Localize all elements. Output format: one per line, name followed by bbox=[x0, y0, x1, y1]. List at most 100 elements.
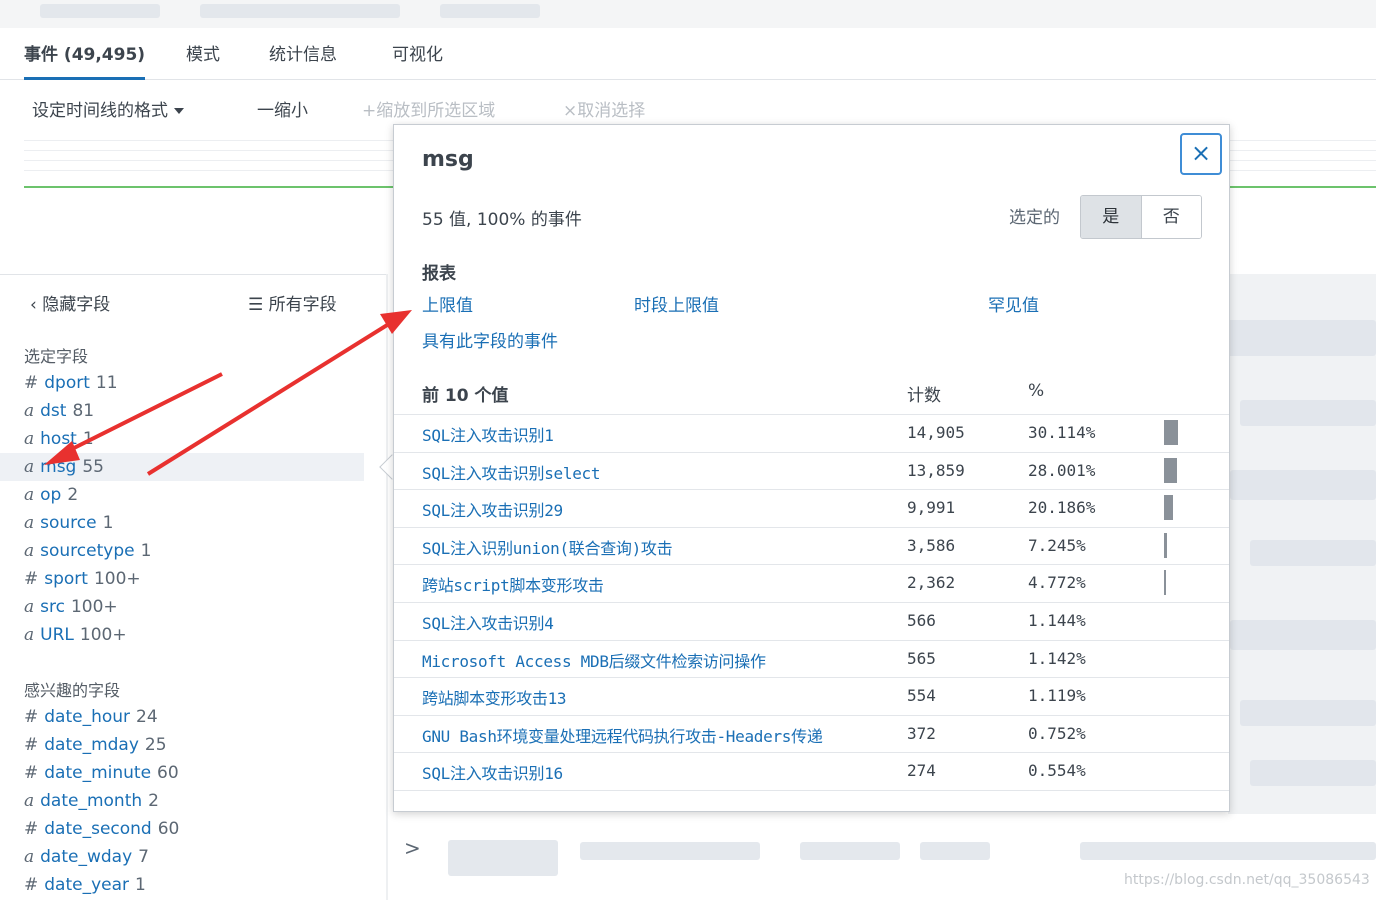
value-percent: 28.001% bbox=[1028, 460, 1096, 480]
string-type-icon: a bbox=[24, 597, 35, 617]
field-item-op[interactable]: a op 2 bbox=[24, 481, 78, 509]
tab-events[interactable]: 事件 (49,495) bbox=[24, 40, 146, 80]
report-top-values-link[interactable]: 上限值 bbox=[422, 291, 473, 316]
string-type-icon: a bbox=[24, 513, 35, 533]
field-item-date_mday[interactable]: # date_mday 25 bbox=[24, 731, 167, 759]
report-top-values-by-time-link[interactable]: 时段上限值 bbox=[634, 291, 719, 316]
deselect-button[interactable]: ×取消选择 bbox=[563, 96, 645, 121]
field-item-date_hour[interactable]: # date_hour 24 bbox=[24, 703, 158, 731]
popover-summary: 55 值, 100% 的事件 bbox=[422, 210, 582, 230]
results-tabs: 事件 (49,495) 模式 统计信息 可视化 bbox=[0, 28, 1376, 80]
value-link[interactable]: GNU Bash环境变量处理远程代码执行攻击-Headers传递 bbox=[422, 723, 823, 747]
zoom-out-button[interactable]: 一缩小 bbox=[257, 96, 308, 121]
tab-patterns[interactable]: 模式 bbox=[186, 40, 220, 80]
tab-visualization[interactable]: 可视化 bbox=[392, 40, 443, 80]
string-type-icon: a bbox=[24, 401, 35, 421]
field-name: sourcetype bbox=[40, 541, 135, 561]
blurred-header-strip bbox=[0, 0, 1376, 28]
toggle-yes-button[interactable]: 是 bbox=[1081, 196, 1142, 238]
field-name: sport bbox=[44, 569, 88, 589]
field-name: msg bbox=[40, 457, 77, 477]
field-summary-popover: msg × 55 值, 100% 的事件 选定的 是 否 报表 上限值 时段上限… bbox=[393, 124, 1230, 812]
field-value-count: 2 bbox=[148, 791, 159, 811]
value-count: 13,859 bbox=[907, 460, 965, 480]
percent-bar bbox=[1164, 457, 1177, 483]
value-link[interactable]: SQL注入攻击识别1 bbox=[422, 422, 554, 446]
string-type-icon: a bbox=[24, 847, 35, 867]
popover-title: msg bbox=[422, 147, 474, 172]
value-count: 566 bbox=[907, 611, 936, 630]
value-link[interactable]: 跨站脚本变形攻击13 bbox=[422, 685, 567, 709]
field-name: date_hour bbox=[44, 707, 131, 727]
value-link[interactable]: SQL注入攻击识别29 bbox=[422, 497, 563, 521]
value-link[interactable]: SQL注入攻击识别16 bbox=[422, 760, 563, 784]
value-link[interactable]: SQL注入攻击识别4 bbox=[422, 610, 554, 634]
value-percent: 1.144% bbox=[1028, 611, 1086, 630]
field-value-count: 7 bbox=[138, 847, 149, 867]
format-timeline-dropdown[interactable]: 设定时间线的格式 bbox=[32, 96, 184, 121]
blurred-region bbox=[1250, 540, 1376, 566]
field-item-date_minute[interactable]: # date_minute 60 bbox=[24, 759, 179, 787]
blurred-region bbox=[448, 840, 558, 876]
close-icon[interactable]: × bbox=[1180, 133, 1222, 175]
field-item-dport[interactable]: # dport 11 bbox=[24, 369, 118, 397]
value-count: 14,905 bbox=[907, 423, 965, 442]
chevron-left-icon: ‹ bbox=[30, 295, 37, 315]
interesting-fields-title: 感兴趣的字段 bbox=[24, 681, 121, 700]
field-item-date_second[interactable]: # date_second 60 bbox=[24, 815, 179, 843]
events-with-field-link[interactable]: 具有此字段的事件 bbox=[422, 327, 558, 352]
field-item-source[interactable]: a source 1 bbox=[24, 509, 113, 537]
selected-toggle: 是 否 bbox=[1080, 195, 1202, 239]
string-type-icon: a bbox=[24, 541, 35, 561]
percent-bar bbox=[1164, 495, 1173, 521]
field-name: source bbox=[40, 513, 97, 533]
blurred-region bbox=[1230, 470, 1376, 500]
field-value-count: 55 bbox=[82, 457, 104, 477]
field-item-src[interactable]: a src 100+ bbox=[24, 593, 118, 621]
zoom-to-selection-button[interactable]: +缩放到所选区域 bbox=[362, 96, 495, 121]
table-row: SQL注入攻击识别1 14,905 30.114% bbox=[394, 414, 1229, 451]
value-link[interactable]: Microsoft Access MDB后缀文件检索访问操作 bbox=[422, 648, 766, 672]
field-item-url[interactable]: a URL 100+ bbox=[24, 621, 127, 649]
annotation-arrow-line bbox=[146, 320, 394, 476]
watermark-text: https://blog.csdn.net/qq_35086543 bbox=[1124, 872, 1370, 888]
expand-event-chevron-icon[interactable]: > bbox=[404, 836, 421, 860]
field-value-count: 1 bbox=[82, 429, 94, 449]
field-item-date_month[interactable]: a date_month 2 bbox=[24, 787, 159, 815]
blurred-region bbox=[1220, 320, 1376, 356]
field-item-host[interactable]: a host 1 bbox=[24, 425, 94, 453]
value-link[interactable]: SQL注入识别union(联合查询)攻击 bbox=[422, 535, 673, 559]
value-percent: 30.114% bbox=[1028, 423, 1096, 442]
top-values-header: 前 10 个值 bbox=[422, 386, 509, 406]
selected-fields-title: 选定字段 bbox=[24, 347, 89, 366]
hide-fields-link[interactable]: ‹ 隐藏字段 bbox=[30, 290, 110, 315]
field-item-msg[interactable]: a msg 55 bbox=[0, 453, 364, 481]
field-name: date_year bbox=[44, 875, 130, 895]
toggle-no-button[interactable]: 否 bbox=[1141, 196, 1201, 238]
row-divider bbox=[394, 790, 1229, 791]
field-item-sourcetype[interactable]: a sourcetype 1 bbox=[24, 537, 151, 565]
field-name: op bbox=[40, 485, 62, 505]
field-item-dst[interactable]: a dst 81 bbox=[24, 397, 94, 425]
selected-label: 选定的 bbox=[1009, 208, 1060, 228]
value-link[interactable]: SQL注入攻击识别select bbox=[422, 460, 601, 484]
value-link[interactable]: 跨站script脚本变形攻击 bbox=[422, 572, 604, 596]
reports-title: 报表 bbox=[422, 264, 456, 284]
field-value-count: 24 bbox=[136, 707, 158, 727]
table-row: 跨站script脚本变形攻击 2,362 4.772% bbox=[394, 564, 1229, 601]
report-rare-values-link[interactable]: 罕见值 bbox=[988, 291, 1039, 316]
blurred-region bbox=[920, 842, 990, 860]
count-header: 计数 bbox=[907, 386, 941, 406]
value-percent: 7.245% bbox=[1028, 535, 1086, 555]
field-name: dport bbox=[44, 373, 90, 393]
field-item-sport[interactable]: # sport 100+ bbox=[24, 565, 141, 593]
all-fields-link[interactable]: ☰ 所有字段 bbox=[248, 290, 337, 315]
blurred-region bbox=[1250, 760, 1376, 786]
table-row: SQL注入攻击识别16 274 0.554% bbox=[394, 752, 1229, 789]
field-item-date_year[interactable]: # date_year 1 bbox=[24, 871, 146, 899]
numeric-type-icon: # bbox=[24, 819, 39, 839]
chevron-down-icon bbox=[174, 108, 184, 114]
field-name: URL bbox=[40, 625, 74, 645]
field-item-date_wday[interactable]: a date_wday 7 bbox=[24, 843, 149, 871]
tab-statistics[interactable]: 统计信息 bbox=[269, 40, 337, 80]
